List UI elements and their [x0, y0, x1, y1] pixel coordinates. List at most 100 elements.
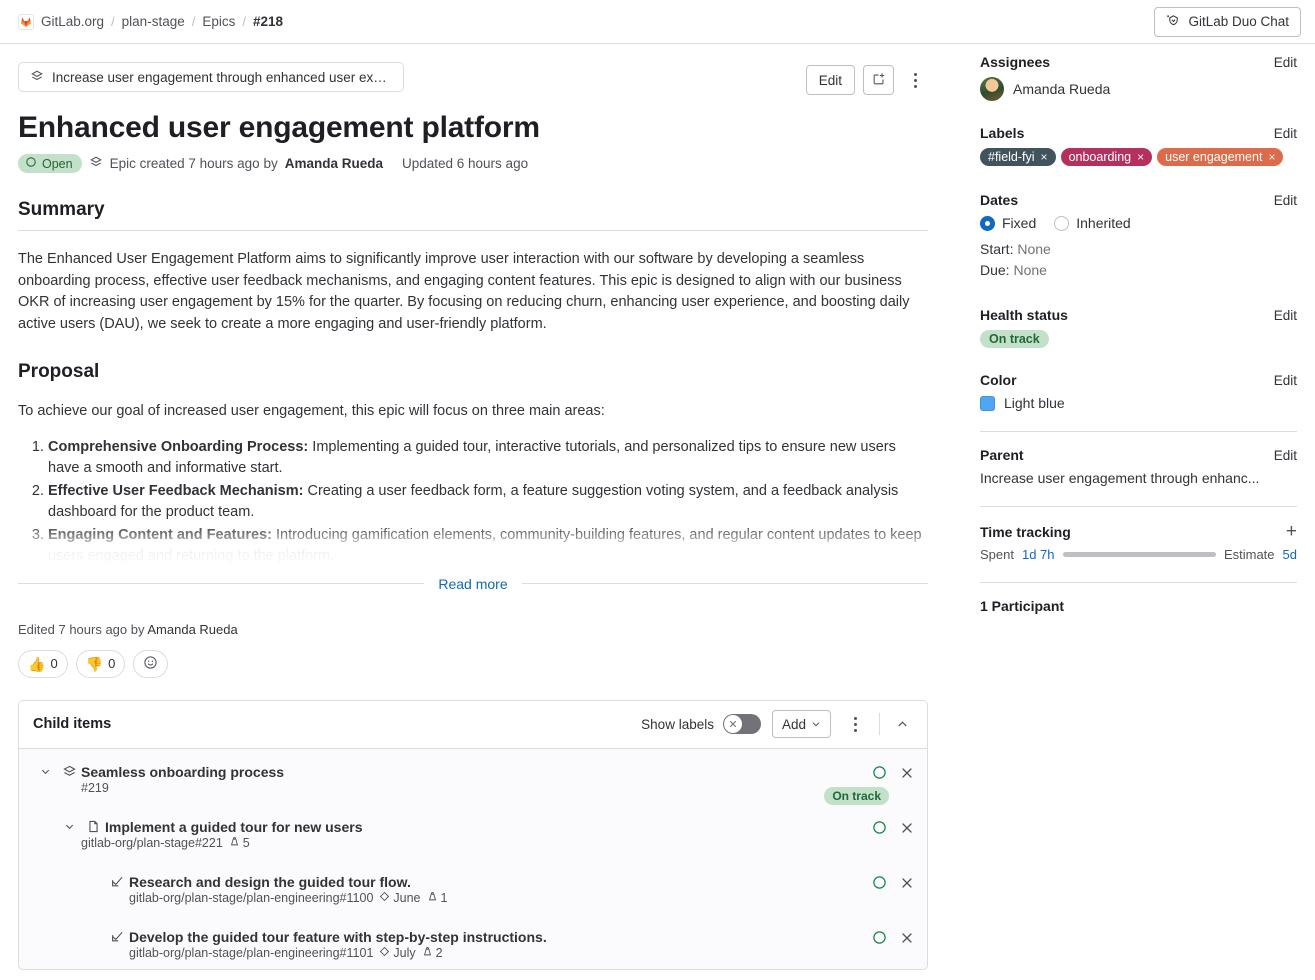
- milestone-value: June: [393, 890, 421, 905]
- child-item-weight: 1: [427, 890, 448, 905]
- time-tracking-row: Spent 1d 7h Estimate 5d: [980, 547, 1297, 562]
- child-items-more-actions-button[interactable]: [842, 709, 868, 739]
- radio-inherited[interactable]: Inherited: [1054, 215, 1131, 231]
- collapse-child-items-button[interactable]: [891, 712, 913, 736]
- breadcrumb-item-project[interactable]: plan-stage: [122, 14, 185, 29]
- child-item-meta: gitlab-org/plan-stage#221 5: [81, 836, 913, 850]
- health-status-badge: On track: [980, 330, 1049, 348]
- thumbsdown-reaction-button[interactable]: 👎 0: [75, 649, 126, 678]
- weight-value: 1: [440, 890, 448, 905]
- remove-child-item-button[interactable]: [901, 822, 913, 837]
- more-actions-button[interactable]: [902, 65, 928, 95]
- summary-heading: Summary: [18, 199, 928, 231]
- labels-edit-button[interactable]: Edit: [1274, 126, 1297, 141]
- thumbsup-reaction-button[interactable]: 👍 0: [18, 649, 68, 678]
- sidebar-health-block: Health status Edit On track: [980, 307, 1297, 352]
- label-text: #field-fyi: [988, 150, 1035, 164]
- parent-value[interactable]: Increase user engagement through enhanc.…: [980, 470, 1297, 486]
- add-reaction-button[interactable]: [133, 649, 169, 678]
- child-item-actions: [872, 930, 913, 950]
- dates-edit-button[interactable]: Edit: [1274, 193, 1297, 208]
- remove-child-item-button[interactable]: [901, 767, 913, 782]
- read-more-link[interactable]: Read more: [438, 576, 507, 592]
- health-edit-button[interactable]: Edit: [1274, 308, 1297, 323]
- list-item-title: Comprehensive Onboarding Process:: [48, 438, 309, 455]
- author-link[interactable]: Amanda Rueda: [285, 156, 383, 171]
- emoji-reactions: 👍 0 👎 0: [18, 649, 928, 678]
- epic-icon: [30, 69, 44, 86]
- assignee-row[interactable]: Amanda Rueda: [980, 77, 1297, 101]
- right-sidebar: Assignees Edit Amanda Rueda Labels Edit …: [944, 44, 1297, 970]
- divider-right: [521, 583, 929, 584]
- child-item-title[interactable]: Research and design the guided tour flow…: [129, 874, 411, 890]
- show-labels-toggle[interactable]: [722, 714, 761, 734]
- open-circle-icon[interactable]: [872, 820, 887, 840]
- edit-button[interactable]: Edit: [805, 65, 855, 95]
- page-body: Increase user engagement through enhance…: [0, 44, 1315, 970]
- label-chip[interactable]: onboarding ×: [1060, 148, 1153, 166]
- header-actions: Edit: [805, 62, 928, 95]
- parent-epic-pill[interactable]: Increase user engagement through enhance…: [18, 62, 404, 92]
- proposal-list: Comprehensive Onboarding Process: Implem…: [18, 437, 928, 568]
- proposal-heading: Proposal: [18, 361, 100, 382]
- weight-icon: [229, 836, 240, 850]
- labels-title: Labels: [980, 125, 1025, 141]
- close-icon[interactable]: ×: [1137, 150, 1144, 164]
- assignees-title: Assignees: [980, 54, 1051, 70]
- edited-note: Edited 7 hours ago by Amanda Rueda: [18, 622, 928, 637]
- new-related-item-button[interactable]: [863, 65, 894, 95]
- gitlab-duo-chat-button[interactable]: GitLab Duo Chat: [1154, 6, 1301, 37]
- divider-left: [18, 583, 425, 584]
- add-child-item-button[interactable]: Add: [771, 710, 831, 738]
- child-item-title[interactable]: Implement a guided tour for new users: [105, 819, 362, 835]
- thumbsdown-count: 0: [108, 656, 116, 671]
- open-circle-icon[interactable]: [872, 930, 887, 950]
- dates-title: Dates: [980, 192, 1019, 208]
- spent-value[interactable]: 1d 7h: [1022, 547, 1055, 562]
- radio-fixed[interactable]: Fixed: [980, 215, 1036, 231]
- main-content-column: Increase user engagement through enhance…: [18, 44, 944, 970]
- assignee-name: Amanda Rueda: [1013, 81, 1111, 97]
- remove-child-item-button[interactable]: [901, 877, 913, 892]
- edited-by-link[interactable]: Amanda Rueda: [147, 622, 237, 637]
- show-labels-label: Show labels: [641, 716, 714, 732]
- label-chip[interactable]: user engagement ×: [1157, 148, 1284, 166]
- summary-paragraph: The Enhanced User Engagement Platform ai…: [18, 251, 910, 332]
- child-item-actions: [872, 875, 913, 895]
- color-edit-button[interactable]: Edit: [1274, 373, 1297, 388]
- open-circle-icon[interactable]: [872, 875, 887, 895]
- add-time-entry-button[interactable]: +: [1286, 522, 1297, 541]
- time-tracking-title: Time tracking: [980, 523, 1071, 540]
- child-item-milestone: July: [379, 946, 416, 960]
- thumbsup-count: 0: [50, 656, 58, 671]
- table-row: Develop the guided tour feature with ste…: [19, 924, 927, 965]
- epic-header-row: Increase user engagement through enhance…: [18, 44, 928, 95]
- health-status-title: Health status: [980, 307, 1068, 323]
- remove-child-item-button[interactable]: [901, 932, 913, 947]
- sidebar-divider: [980, 431, 1297, 432]
- estimate-value[interactable]: 5d: [1283, 547, 1297, 562]
- start-date-value: None: [1017, 241, 1051, 257]
- breadcrumb-item-epics[interactable]: Epics: [202, 14, 235, 29]
- breadcrumb-item-current[interactable]: #218: [253, 14, 283, 29]
- start-date-row: Start: None: [980, 241, 1297, 257]
- assignees-edit-button[interactable]: Edit: [1274, 55, 1297, 70]
- radio-inherited-indicator: [1054, 215, 1070, 231]
- child-item-weight: 2: [422, 946, 443, 960]
- weight-icon: [427, 891, 438, 905]
- open-circle-icon: [25, 156, 37, 171]
- parent-edit-button[interactable]: Edit: [1274, 448, 1297, 463]
- weight-value: 2: [435, 945, 443, 960]
- breadcrumb-item-group[interactable]: GitLab.org: [41, 14, 104, 29]
- close-icon[interactable]: ×: [1268, 150, 1275, 164]
- new-window-icon: [872, 72, 886, 89]
- child-item-title[interactable]: Seamless onboarding process: [81, 764, 284, 780]
- close-icon[interactable]: ×: [1041, 150, 1048, 164]
- child-item-title[interactable]: Develop the guided tour feature with ste…: [129, 929, 547, 945]
- open-circle-icon[interactable]: [872, 765, 887, 785]
- label-chip[interactable]: #field-fyi ×: [980, 148, 1056, 166]
- expand-caret-icon[interactable]: [33, 766, 57, 777]
- smiley-icon: [143, 655, 158, 673]
- expand-caret-icon[interactable]: [57, 821, 81, 832]
- page-title: Enhanced user engagement platform: [18, 111, 540, 144]
